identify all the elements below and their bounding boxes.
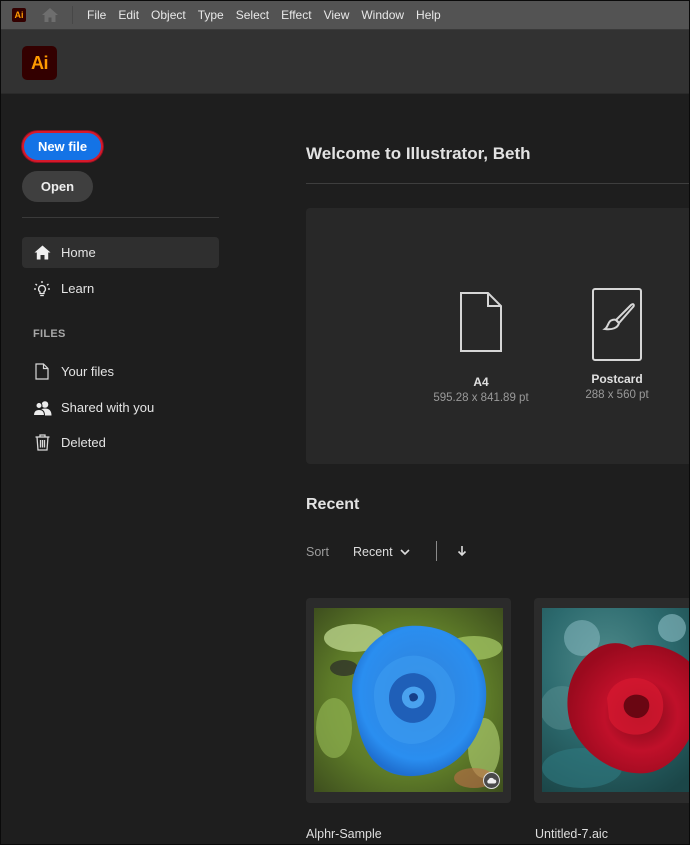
recent-heading: Recent [306, 496, 360, 513]
sidebar-item-your-files[interactable]: Your files [22, 356, 219, 387]
new-file-button[interactable]: New file [22, 131, 103, 162]
file-thumbnail-blue-rose [314, 608, 503, 792]
illustrator-window: Ai File Edit Object Type Select Effect V… [0, 0, 690, 845]
sidebar-item-label: Home [61, 245, 96, 260]
sidebar-item-label: Deleted [61, 435, 106, 450]
trash-icon [32, 433, 52, 453]
sidebar-item-label: Shared with you [61, 400, 155, 415]
sort-dropdown[interactable]: Recent [353, 542, 410, 562]
sort-value: Recent [353, 545, 393, 559]
main-divider [306, 183, 689, 184]
arrow-down-icon [457, 546, 467, 557]
files-section-heading: FILES [33, 328, 66, 340]
open-button[interactable]: Open [22, 171, 93, 202]
brush-document-icon [562, 287, 672, 361]
quick-start-templates: A4 595.28 x 841.89 pt Postcard 288 x 560… [306, 208, 689, 464]
menu-separator [72, 6, 73, 24]
template-size: 595.28 x 841.89 pt [433, 392, 529, 404]
sidebar-item-label: Learn [61, 281, 95, 296]
sidebar-item-deleted[interactable]: Deleted [22, 427, 219, 458]
home-icon [32, 243, 52, 263]
app-header: Ai [1, 30, 689, 94]
menu-select[interactable]: Select [230, 1, 275, 30]
document-icon [426, 290, 536, 362]
sidebar-item-shared-with-you[interactable]: Shared with you [22, 392, 219, 423]
menu-object[interactable]: Object [145, 1, 192, 30]
file-icon [32, 362, 52, 382]
chevron-down-icon [400, 548, 410, 556]
welcome-heading: Welcome to Illustrator, Beth [306, 144, 531, 163]
menu-type[interactable]: Type [192, 1, 230, 30]
menu-bar: Ai File Edit Object Type Select Effect V… [1, 1, 689, 30]
home-icon[interactable] [40, 5, 60, 25]
sort-label: Sort [306, 545, 329, 559]
menu-effect[interactable]: Effect [275, 1, 317, 30]
illustrator-logo: Ai [22, 46, 57, 80]
file-thumbnail-red-rose [542, 608, 689, 792]
app-icon: Ai [12, 8, 26, 22]
menu-window[interactable]: Window [355, 1, 410, 30]
sidebar-item-label: Your files [61, 364, 114, 379]
menu-file[interactable]: File [81, 1, 112, 30]
recent-file-card[interactable] [534, 598, 689, 803]
recent-file-card[interactable] [306, 598, 511, 803]
sort-direction-button[interactable] [454, 542, 470, 560]
sort-separator [436, 541, 437, 561]
menu-edit[interactable]: Edit [112, 1, 145, 30]
sidebar-divider [22, 217, 219, 218]
sidebar-item-learn[interactable]: Learn [22, 273, 219, 304]
sidebar-item-home[interactable]: Home [22, 237, 219, 268]
template-a4[interactable]: A4 595.28 x 841.89 pt [426, 290, 536, 404]
recent-file-name[interactable]: Untitled-7.aic [535, 827, 608, 841]
recent-file-name[interactable]: Alphr-Sample [306, 827, 382, 841]
users-icon [32, 398, 52, 418]
template-postcard[interactable]: Postcard 288 x 560 pt [562, 287, 672, 401]
template-name: A4 [473, 375, 489, 389]
template-name: Postcard [591, 372, 643, 386]
menu-view[interactable]: View [318, 1, 356, 30]
lightbulb-icon [32, 279, 52, 299]
cloud-icon [483, 772, 500, 789]
menu-help[interactable]: Help [410, 1, 447, 30]
template-size: 288 x 560 pt [585, 389, 649, 401]
